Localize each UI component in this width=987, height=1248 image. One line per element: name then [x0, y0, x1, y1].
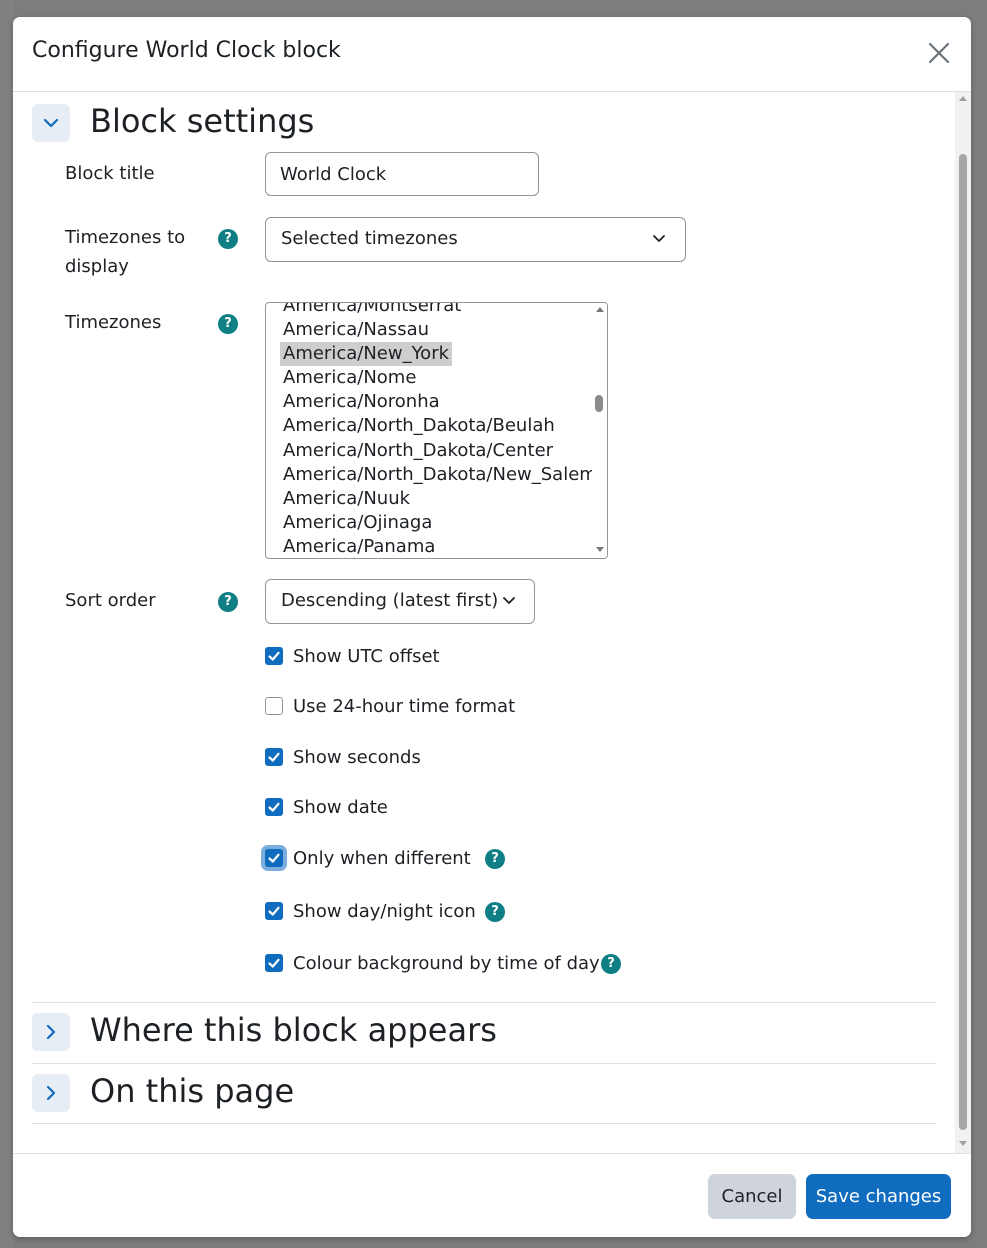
section-divider [32, 1063, 936, 1064]
question-circle-icon[interactable]: ? [601, 954, 621, 974]
close-icon [928, 42, 950, 64]
list-item-selected[interactable]: America/New_York [280, 342, 453, 366]
background-page-strip [0, 0, 14, 1248]
check-icon [268, 958, 280, 968]
section-divider [32, 1123, 936, 1124]
chevron-right-icon [46, 1085, 56, 1101]
block-settings-heading: Block settings [90, 102, 315, 140]
scroll-up-arrow-icon[interactable] [959, 96, 967, 101]
where-block-appears-toggle[interactable] [32, 1013, 70, 1051]
only-when-different-label[interactable]: Only when different [293, 845, 471, 873]
list-item[interactable]: America/Nuuk [280, 487, 413, 511]
show-day-night-icon-label[interactable]: Show day/night icon [293, 898, 476, 926]
list-item[interactable]: America/North_Dakota/Center [280, 439, 556, 463]
check-icon [268, 651, 280, 661]
listbox-scrollbar[interactable] [592, 303, 607, 558]
check-icon [268, 802, 280, 812]
show-seconds-label[interactable]: Show seconds [293, 744, 421, 772]
block-settings-toggle[interactable] [32, 104, 70, 142]
list-item[interactable]: America/Nome [280, 366, 419, 390]
block-title-label: Block title [65, 163, 155, 184]
chevron-down-icon [43, 118, 59, 128]
use-24-hour-label[interactable]: Use 24-hour time format [293, 693, 515, 721]
colour-background-label[interactable]: Colour background by time of day [293, 950, 600, 978]
where-block-appears-heading: Where this block appears [90, 1011, 497, 1049]
timezones-listbox[interactable]: America/Montserrat America/Nassau Americ… [265, 302, 608, 559]
show-day-night-icon-checkbox[interactable] [265, 902, 283, 920]
chevron-down-icon [503, 597, 515, 604]
show-date-label[interactable]: Show date [293, 794, 388, 822]
sort-order-select[interactable]: Descending (latest first) [265, 579, 535, 624]
list-item[interactable]: America/North_Dakota/New_Salem [280, 463, 600, 487]
timezones-label: Timezones [65, 312, 162, 333]
colour-background-checkbox[interactable] [265, 954, 283, 972]
list-item[interactable]: America/Montserrat [280, 303, 464, 318]
list-item[interactable]: America/Ojinaga [280, 511, 435, 535]
timezones-display-selected: Selected timezones [281, 228, 458, 249]
question-circle-icon[interactable]: ? [485, 902, 505, 922]
question-circle-icon[interactable]: ? [218, 229, 238, 249]
list-item[interactable]: America/Noronha [280, 390, 443, 414]
only-when-different-checkbox[interactable] [265, 849, 283, 867]
list-item[interactable]: America/Panama [280, 535, 438, 558]
sort-order-selected: Descending (latest first) [281, 590, 499, 611]
chevron-down-icon [653, 235, 665, 242]
show-utc-offset-checkbox[interactable] [265, 647, 283, 665]
section-divider [32, 1002, 936, 1003]
check-icon [268, 752, 280, 762]
modal-header: Configure World Clock block [13, 17, 971, 92]
scroll-down-arrow-icon[interactable] [959, 1141, 967, 1146]
list-item[interactable]: America/Nassau [280, 318, 432, 342]
listbox-scroll-thumb[interactable] [595, 395, 603, 412]
scroll-down-arrow-icon[interactable] [596, 547, 604, 552]
modal-scrollbar[interactable] [955, 92, 971, 1153]
modal-body: Block settings Block title Timezones to … [13, 92, 971, 1153]
check-icon [268, 906, 280, 916]
scroll-up-arrow-icon[interactable] [596, 307, 604, 312]
sort-order-label: Sort order [65, 590, 156, 611]
timezones-display-select[interactable]: Selected timezones [265, 217, 686, 262]
modal-scroll-thumb[interactable] [959, 154, 967, 1130]
block-title-input[interactable] [265, 152, 539, 196]
timezones-display-label-line2: display [65, 256, 129, 277]
question-circle-icon[interactable]: ? [485, 849, 505, 869]
question-circle-icon[interactable]: ? [218, 592, 238, 612]
close-button[interactable] [923, 37, 955, 69]
show-utc-offset-label[interactable]: Show UTC offset [293, 643, 440, 671]
timezones-display-label-line1: Timezones to [65, 227, 186, 248]
show-seconds-checkbox[interactable] [265, 748, 283, 766]
modal-title: Configure World Clock block [32, 38, 341, 63]
modal-footer: Cancel Save changes [13, 1153, 971, 1237]
show-date-checkbox[interactable] [265, 798, 283, 816]
cancel-button[interactable]: Cancel [708, 1174, 796, 1219]
check-icon [268, 853, 280, 863]
save-changes-button[interactable]: Save changes [806, 1174, 951, 1219]
chevron-right-icon [46, 1024, 56, 1040]
use-24-hour-checkbox[interactable] [265, 697, 283, 715]
question-circle-icon[interactable]: ? [218, 314, 238, 334]
list-item[interactable]: America/North_Dakota/Beulah [280, 414, 558, 438]
on-this-page-toggle[interactable] [32, 1074, 70, 1112]
on-this-page-heading: On this page [90, 1072, 295, 1110]
configure-block-dialog: Configure World Clock block Block settin… [13, 17, 971, 1237]
